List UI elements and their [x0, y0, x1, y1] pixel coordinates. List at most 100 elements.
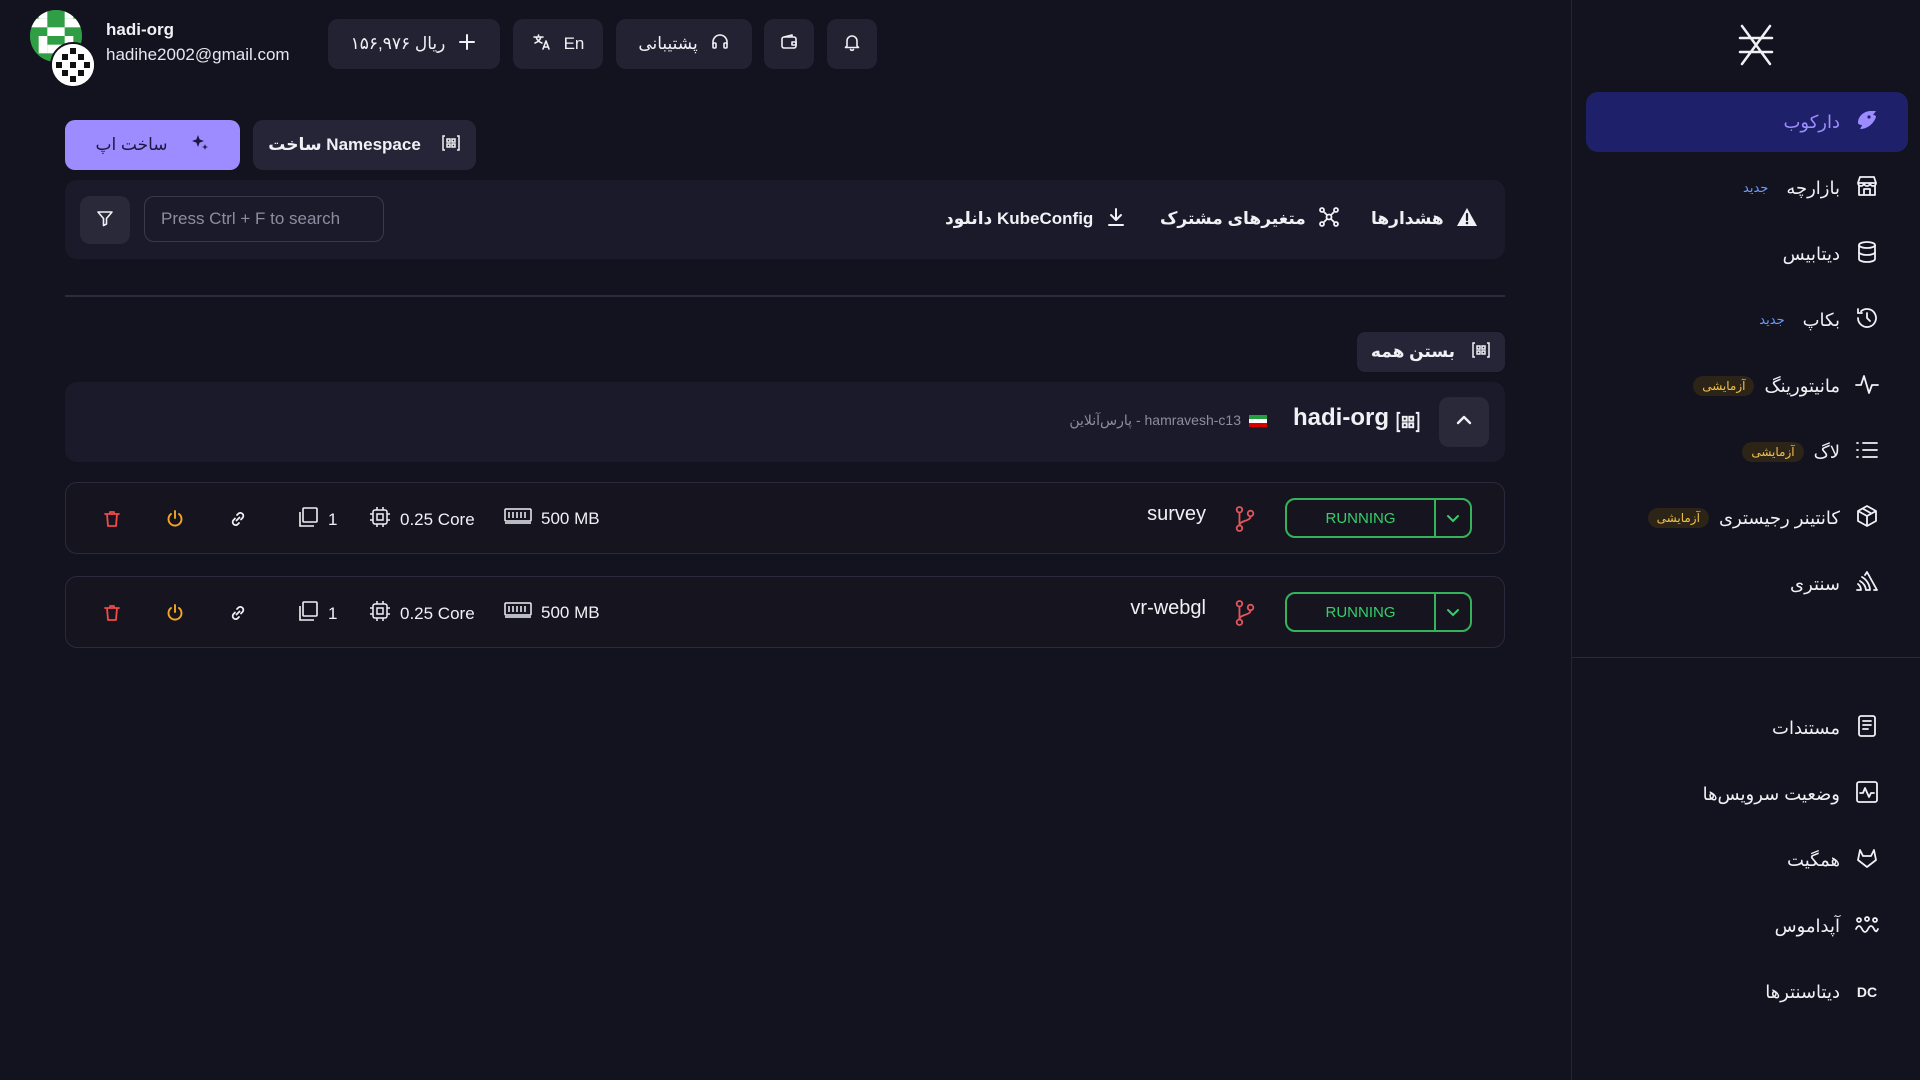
- collapse-all-label: بستن همه: [1370, 342, 1456, 361]
- app-name[interactable]: vr-webgl: [1130, 597, 1206, 620]
- bell-icon: [842, 32, 862, 57]
- experimental-badge: آزمایشی: [1742, 442, 1804, 462]
- alerts-button[interactable]: هشدارها: [1371, 206, 1478, 232]
- database-icon: [1854, 239, 1880, 270]
- balance-amount: ریال ۱۵۶,۹۷۶: [350, 34, 446, 53]
- collapse-all-button[interactable]: بستن همه: [1357, 332, 1505, 372]
- share-nodes-icon: [1318, 206, 1340, 233]
- memory-icon: [503, 505, 533, 532]
- avatar[interactable]: [30, 10, 96, 88]
- support-button[interactable]: پشتیبانی: [616, 19, 752, 69]
- chevron-down-icon[interactable]: [1436, 594, 1470, 630]
- sidebar-item-database[interactable]: دیتابیس: [1586, 226, 1908, 282]
- search-input[interactable]: [144, 196, 384, 242]
- activity-icon: [1854, 371, 1880, 402]
- main-panel: hadi-org hadihe2002@gmail.com ریال ۱۵۶,۹…: [0, 0, 1571, 1080]
- iran-flag-icon: [1249, 414, 1267, 427]
- shared-vars-label: متغیرهای مشترک: [1160, 209, 1306, 228]
- create-namespace-label: ساخت Namespace: [268, 135, 421, 154]
- sidebar-item-service-status[interactable]: وضعیت سرویس‌ها: [1586, 766, 1908, 822]
- sidebar-item-darkube[interactable]: دارکوب: [1586, 92, 1908, 152]
- download-kubeconfig-button[interactable]: دانلود KubeConfig: [945, 206, 1127, 232]
- git-branch-icon: [1233, 600, 1257, 626]
- store-icon: [1854, 173, 1880, 204]
- shared-variables-button[interactable]: متغیرهای مشترک: [1160, 206, 1340, 232]
- hamravesh-logo-icon[interactable]: [1736, 22, 1776, 73]
- status-dropdown[interactable]: RUNNING: [1285, 498, 1472, 538]
- collapse-icon: [1471, 340, 1491, 365]
- create-app-button[interactable]: ساخت اپ: [65, 120, 240, 170]
- warning-icon: [1456, 206, 1478, 233]
- alerts-label: هشدارها: [1371, 209, 1444, 228]
- create-namespace-button[interactable]: ساخت Namespace: [253, 120, 476, 170]
- sidebar-item-label: دارکوب: [1783, 111, 1840, 132]
- list-icon: [1854, 437, 1880, 468]
- cpu-icon: [368, 599, 392, 628]
- translate-icon: [532, 32, 552, 57]
- add-credit-icon[interactable]: [457, 32, 477, 57]
- box-icon: [1854, 503, 1880, 534]
- namespace-icon: [441, 133, 461, 158]
- namespace-toggle[interactable]: [1439, 397, 1489, 447]
- link-icon[interactable]: [226, 507, 250, 531]
- replicas-metric: 1: [296, 505, 337, 534]
- chevron-down-icon[interactable]: [1436, 500, 1470, 536]
- sidebar-item-hamgit[interactable]: همگیت: [1586, 832, 1908, 888]
- chevron-up-icon: [1453, 409, 1475, 436]
- copy-icon: [296, 505, 320, 534]
- sidebar-item-docs[interactable]: مستندات: [1586, 700, 1908, 756]
- sidebar-item-label: مانیتورینگ: [1764, 375, 1840, 396]
- sidebar-divider: [1572, 657, 1920, 658]
- power-icon[interactable]: [163, 601, 187, 625]
- sidebar-item-monitoring[interactable]: آزمایشی مانیتورینگ: [1586, 358, 1908, 414]
- delete-icon[interactable]: [100, 601, 124, 625]
- status-badge: RUNNING: [1287, 500, 1436, 536]
- dc-icon: DC: [1856, 984, 1878, 1000]
- memory-value: 500 MB: [541, 508, 600, 528]
- toolbar: دانلود KubeConfig متغیرهای مشترک هشدارها: [65, 180, 1505, 259]
- memory-metric: 500 MB: [503, 505, 600, 532]
- balance-pill[interactable]: ریال ۱۵۶,۹۷۶: [328, 19, 500, 69]
- new-badge: جدید: [1743, 180, 1769, 195]
- power-icon[interactable]: [163, 507, 187, 531]
- app-row[interactable]: 1 0.25 Core 500 MB survey RUNNING: [65, 482, 1505, 554]
- sidebar-item-logs[interactable]: آزمایشی لاگ: [1586, 424, 1908, 480]
- wallet-icon: [779, 32, 799, 57]
- headset-icon: [710, 32, 730, 57]
- namespace-region: پارس‌آنلاین - hamravesh-c13: [1069, 412, 1267, 429]
- delete-icon[interactable]: [100, 507, 124, 531]
- sidebar-item-sentry[interactable]: سنتری: [1586, 556, 1908, 612]
- app-name[interactable]: survey: [1147, 503, 1206, 526]
- copy-icon: [296, 599, 320, 628]
- sidebar-item-container-registry[interactable]: آزمایشی کانتینر رجیستری: [1586, 490, 1908, 546]
- replicas-value: 1: [328, 509, 338, 529]
- cpu-value: 0.25 Core: [400, 603, 475, 623]
- sidebar-item-backup[interactable]: جدید بکاپ: [1586, 292, 1908, 348]
- filter-button[interactable]: [80, 196, 130, 244]
- download-icon: [1105, 206, 1127, 233]
- link-icon[interactable]: [226, 601, 250, 625]
- app-row[interactable]: 1 0.25 Core 500 MB vr-webgl RUNNING: [65, 576, 1505, 648]
- org-avatar: [50, 42, 96, 88]
- language-switch[interactable]: En: [513, 19, 603, 69]
- updamus-icon: [1854, 911, 1880, 942]
- darkube-icon: [1854, 107, 1880, 138]
- region-label: پارس‌آنلاین - hamravesh-c13: [1069, 412, 1241, 428]
- sidebar-item-updamus[interactable]: آپداموس: [1586, 898, 1908, 954]
- sidebar-item-marketplace[interactable]: جدید بازارچه: [1586, 160, 1908, 216]
- sidebar-item-label: بازارچه: [1786, 177, 1840, 198]
- git-branch-icon: [1233, 506, 1257, 532]
- sidebar-item-label: دیتاسنترها: [1765, 981, 1840, 1002]
- gitlab-icon: [1854, 845, 1880, 876]
- sidebar-item-label: بکاپ: [1802, 309, 1840, 330]
- sidebar-item-label: کانتینر رجیستری: [1718, 507, 1840, 528]
- sidebar-item-label: همگیت: [1787, 849, 1840, 870]
- experimental-badge: آزمایشی: [1693, 376, 1755, 396]
- namespace-card[interactable]: hadi-org پارس‌آنلاین - hamravesh-c13: [65, 382, 1505, 462]
- sparkles-icon: [190, 133, 210, 158]
- sidebar-item-datacenters[interactable]: دیتاسنترها DC: [1586, 964, 1908, 1020]
- status-dropdown[interactable]: RUNNING: [1285, 592, 1472, 632]
- wallet-button[interactable]: [764, 19, 814, 69]
- notifications-button[interactable]: [827, 19, 877, 69]
- section-divider: [65, 295, 1505, 297]
